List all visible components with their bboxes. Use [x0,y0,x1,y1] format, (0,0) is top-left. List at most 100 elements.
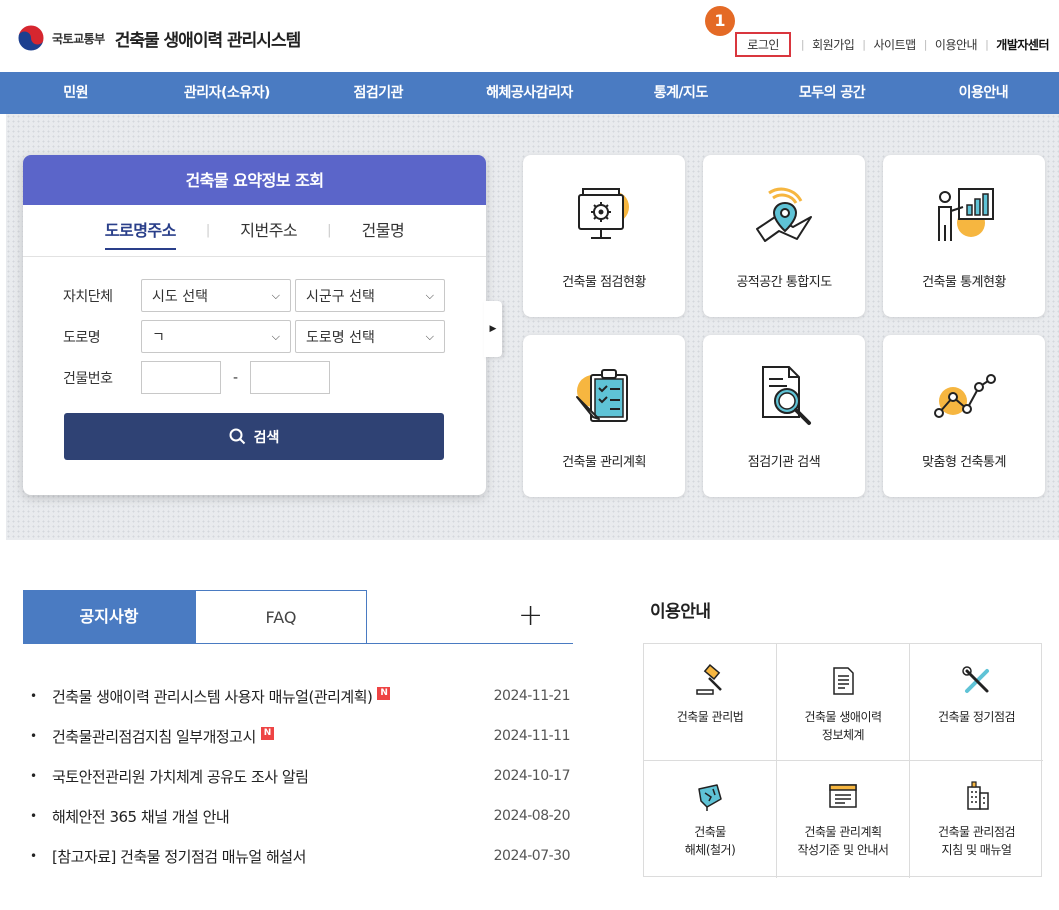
tile-label: 점검기관 검색 [747,455,821,470]
nav-item-civil[interactable]: 민원 [0,72,151,114]
monitor-gear-icon [578,188,629,239]
login-link[interactable]: 로그인 [735,32,791,57]
list-item[interactable]: • 해체안전 365 채널 개설 안내 2024-08-20 [30,796,571,836]
tile-public-space-map[interactable]: 공적공간 통합지도 [703,155,865,317]
signup-link[interactable]: 회원가입 [812,36,855,53]
tab-road-address[interactable]: 도로명주소 [75,206,206,256]
list-item[interactable]: • 건축물 생애이력 관리시스템 사용자 매뉴얼(관리계획) N 2024-11… [30,676,571,716]
search-icon [229,428,245,445]
form-icon [829,784,857,808]
notice-list: • 건축물 생애이력 관리시스템 사용자 매뉴얼(관리계획) N 2024-11… [30,676,571,876]
guide-item-building-act[interactable]: 건축물 관리법 [644,644,777,761]
bullet-icon: • [30,809,37,823]
notice-title: 국토안전관리원 가치체계 공유도 조사 알림 [52,767,309,786]
bullet-icon: • [30,689,37,703]
site-title: 건축물 생애이력 관리시스템 [114,30,302,51]
list-item[interactable]: • [참고자료] 건축물 정기점검 매뉴얼 해설서 2024-07-30 [30,836,571,876]
guide-label: 건축물 해체(철거) [684,825,736,857]
notice-title-wrap: 해체안전 365 채널 개설 안내 [52,806,484,827]
bullet-icon: • [30,769,37,783]
region-row: 자치단체 시도 선택 ⌵ 시군구 선택 ⌵ [63,279,449,312]
notice-title: 건축물관리점검지침 일부개정고시 [52,727,256,746]
guide-label: 건축물 정기점검 [937,710,1016,724]
building-number-main-input[interactable] [141,361,221,394]
sitemap-link[interactable]: 사이트맵 [874,36,917,53]
guide-label: 건축물 관리계획 작성기준 및 안내서 [797,825,889,857]
tile-label: 공적공간 통합지도 [736,275,832,290]
building-number-row: 건물번호 - [63,361,331,394]
chevron-down-icon: ⌵ [425,288,434,302]
guide-label: 건축물 관리법 [676,710,744,724]
road-name-select-value: 도로명 선택 [306,329,375,346]
search-card-title: 건축물 요약정보 조회 [23,155,486,205]
search-button[interactable]: 검색 [64,413,444,460]
region-label: 자치단체 [63,288,113,305]
nav-item-stats-map[interactable]: 통계/지도 [605,72,756,114]
bullet-icon: • [30,849,37,863]
header: 국토교통부 건축물 생애이력 관리시스템 1 로그인 | 회원가입 | 사이트맵… [0,0,1059,72]
initial-consonant-select[interactable]: ㄱ ⌵ [141,320,291,353]
guide-grid: 건축물 관리법 건축물 생애이력 정보체계 건축물 정기점검 건축물 해체(철거… [643,643,1043,878]
line-graph-icon [934,374,996,418]
util-separator: | [800,38,805,51]
chevron-down-icon: ⌵ [425,329,434,343]
tile-inspection-status[interactable]: 건축물 점검현황 [523,155,685,317]
guide-link[interactable]: 이용안내 [935,36,978,53]
guide-label: 건축물 생애이력 정보체계 [804,710,882,742]
search-button-label: 검색 [253,429,280,446]
tile-label: 건축물 점검현황 [562,275,646,290]
sido-select-value: 시도 선택 [152,288,208,305]
sido-select[interactable]: 시도 선택 ⌵ [141,279,291,312]
sigungu-select[interactable]: 시군구 선택 ⌵ [295,279,445,312]
chevron-down-icon: ⌵ [271,329,280,343]
list-item[interactable]: • 국토안전관리원 가치체계 공유도 조사 알림 2024-10-17 [30,756,571,796]
guide-item-periodic-inspection[interactable]: 건축물 정기점검 [910,644,1043,761]
logo[interactable]: 국토교통부 건축물 생애이력 관리시스템 [16,23,302,53]
tab-notice[interactable]: 공지사항 [23,590,195,643]
nav-item-inspection-agency[interactable]: 점검기관 [303,72,454,114]
tile-custom-stats[interactable]: 맞춤형 건축통계 [883,335,1045,497]
taegeuk-emblem-icon [17,24,45,52]
more-plus-icon[interactable]: + [518,599,543,633]
building-number-sub-input[interactable] [250,361,331,394]
utility-menu: 로그인 | 회원가입 | 사이트맵 | 이용안내 | 개발자센터 [735,32,1049,57]
guide-title: 이용안내 [650,602,711,622]
sigungu-select-value: 시군구 선택 [306,288,375,305]
tile-building-stats[interactable]: 건축물 통계현황 [883,155,1045,317]
tile-management-plan[interactable]: 건축물 관리계획 [523,335,685,497]
guide-item-demolition[interactable]: 건축물 해체(철거) [644,761,777,878]
new-badge: N [260,726,274,740]
tile-agency-search[interactable]: 점검기관 검색 [703,335,865,497]
bullet-icon: • [30,729,37,743]
panel-toggle-arrow[interactable]: ▶ [484,301,502,357]
nav-item-demolition-supervisor[interactable]: 해체공사감리자 [454,72,605,114]
guide-item-management-plan-guide[interactable]: 건축물 관리계획 작성기준 및 안내서 [777,761,910,878]
notice-title-wrap: 건축물 생애이력 관리시스템 사용자 매뉴얼(관리계획) N [52,686,484,707]
tab-faq[interactable]: FAQ [195,590,367,643]
notice-title-wrap: 국토안전관리원 가치체계 공유도 조사 알림 [52,766,484,787]
building-search-card: 건축물 요약정보 조회 도로명주소 | 지번주소 | 건물명 자치단체 시도 선… [23,155,486,495]
util-separator: | [862,38,866,51]
tile-label: 건축물 통계현황 [922,275,1006,290]
road-row: 도로명 ㄱ ⌵ 도로명 선택 ⌵ [63,320,449,353]
hero-section: 건축물 요약정보 조회 도로명주소 | 지번주소 | 건물명 자치단체 시도 선… [6,114,1059,540]
road-label: 도로명 [63,329,101,346]
tools-icon [961,666,989,693]
nav-item-public-space[interactable]: 모두의 공간 [756,72,907,114]
tile-label: 건축물 관리계획 [562,455,646,470]
notice-title: [참고자료] 건축물 정기점검 매뉴얼 해설서 [52,847,306,866]
nav-item-guide[interactable]: 이용안내 [908,72,1059,114]
guide-item-inspection-manual[interactable]: 건축물 관리점검 지침 및 매뉴얼 [910,761,1043,878]
tab-building-name[interactable]: 건물명 [332,206,435,256]
tile-label: 맞춤형 건축통계 [922,455,1006,470]
initial-consonant-value: ㄱ [152,329,165,346]
tab-lot-address[interactable]: 지번주소 [210,206,327,256]
list-item[interactable]: • 건축물관리점검지침 일부개정고시 N 2024-11-11 [30,716,571,756]
nav-item-manager[interactable]: 관리자(소유자) [151,72,302,114]
notice-date: 2024-08-20 [493,808,571,824]
guide-item-lifecycle-system[interactable]: 건축물 생애이력 정보체계 [777,644,910,761]
developer-center-link[interactable]: 개발자센터 [996,36,1049,53]
road-name-select[interactable]: 도로명 선택 ⌵ [295,320,445,353]
map-pin-icon [756,187,812,242]
search-tabs: 도로명주소 | 지번주소 | 건물명 [23,205,486,257]
